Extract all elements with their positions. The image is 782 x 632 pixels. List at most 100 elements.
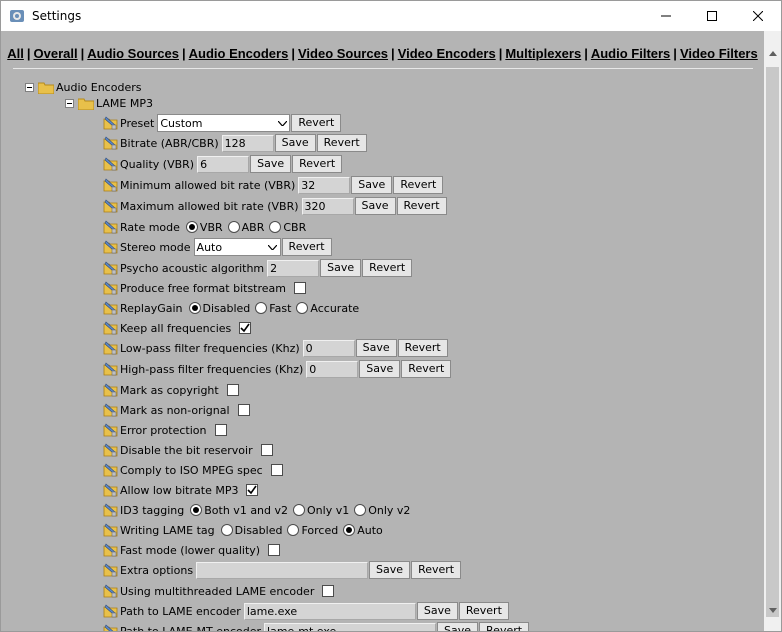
id3-radio-0[interactable] xyxy=(190,504,203,516)
tree-node-lame-mp3[interactable]: LAME MP3 xyxy=(65,95,153,111)
rate-mode-radio-2[interactable] xyxy=(269,221,282,233)
setting-icon xyxy=(103,503,118,517)
setting-row-stereo-mode: Stereo mode Auto Revert xyxy=(103,237,332,257)
path-save-button[interactable]: Save xyxy=(416,602,458,620)
setting-row-max-bitrate: Maximum allowed bit rate (VBR) 320 Save Rev… xyxy=(103,196,447,216)
quality-input[interactable]: 6 xyxy=(197,155,250,173)
nav-audio-sources[interactable]: Audio Sources xyxy=(87,46,179,61)
highpass-input[interactable]: 0 xyxy=(306,360,359,378)
free-format-checkbox[interactable] xyxy=(294,282,306,294)
setting-label: Stereo mode xyxy=(120,240,191,254)
highpass-save-button[interactable]: Save xyxy=(359,360,401,378)
chevron-down-icon xyxy=(277,120,287,126)
id3-radio-1[interactable] xyxy=(293,504,306,516)
iso-mpeg-checkbox[interactable] xyxy=(270,464,283,476)
minimize-button[interactable] xyxy=(643,1,689,31)
setting-icon xyxy=(103,220,118,234)
nav-video-filters[interactable]: Video Filters xyxy=(680,46,758,61)
setting-label: Maximum allowed bit rate (VBR) xyxy=(120,199,299,213)
replaygain-radio-1[interactable] xyxy=(255,302,268,314)
setting-icon xyxy=(103,483,118,497)
stereo-mode-revert-button[interactable]: Revert xyxy=(281,238,332,256)
nav-all[interactable]: All xyxy=(7,46,24,61)
psycho-revert-button[interactable]: Revert xyxy=(362,259,413,277)
tree-label-lame-mp3: LAME MP3 xyxy=(96,96,153,110)
non-original-checkbox[interactable] xyxy=(237,404,250,416)
rate-mode-option-label: ABR xyxy=(241,220,265,234)
max-bitrate-revert-button[interactable]: Revert xyxy=(396,197,447,215)
path-mt-revert-button[interactable]: Revert xyxy=(479,622,530,631)
highpass-revert-button[interactable]: Revert xyxy=(401,360,452,378)
bitrate-input[interactable]: 128 xyxy=(221,134,274,152)
path-revert-button[interactable]: Revert xyxy=(458,602,509,620)
nav-separator: | xyxy=(182,46,186,61)
nav-audio-filters[interactable]: Audio Filters xyxy=(591,46,670,61)
min-bitrate-input[interactable]: 32 xyxy=(298,176,351,194)
bitrate-revert-button[interactable]: Revert xyxy=(316,134,367,152)
rate-mode-option-label: CBR xyxy=(283,220,307,234)
setting-label: Path to LAME encoder xyxy=(120,604,241,618)
collapse-icon[interactable] xyxy=(65,98,74,108)
extra-save-button[interactable]: Save xyxy=(369,561,411,579)
lowpass-revert-button[interactable]: Revert xyxy=(397,339,448,357)
max-bitrate-input[interactable]: 320 xyxy=(301,197,354,215)
id3-option-label: Only v2 xyxy=(368,503,411,517)
disable-reservoir-checkbox[interactable] xyxy=(260,444,273,456)
setting-label: Using multithreaded LAME encoder xyxy=(120,584,315,598)
lame-tag-radio-1[interactable] xyxy=(287,524,300,536)
rate-mode-radio-0[interactable] xyxy=(185,221,198,233)
nav-video-encoders[interactable]: Video Encoders xyxy=(398,46,496,61)
psycho-input[interactable]: 2 xyxy=(267,259,320,277)
multithread-checkbox[interactable] xyxy=(322,585,335,597)
max-bitrate-save-button[interactable]: Save xyxy=(354,197,396,215)
extra-revert-button[interactable]: Revert xyxy=(411,561,462,579)
low-bitrate-checkbox[interactable] xyxy=(246,484,259,496)
nav-video-sources[interactable]: Video Sources xyxy=(298,46,388,61)
rate-mode-radio-1[interactable] xyxy=(227,221,240,233)
setting-label: Disable the bit reservoir xyxy=(120,443,253,457)
min-bitrate-save-button[interactable]: Save xyxy=(351,176,393,194)
setting-row-rate-mode: Rate mode VBR ABR CBR xyxy=(103,217,308,237)
setting-row-error-protection: Error protection xyxy=(103,420,227,440)
id3-option-label: Both v1 and v2 xyxy=(204,503,289,517)
quality-save-button[interactable]: Save xyxy=(250,155,292,173)
replaygain-radio-0[interactable] xyxy=(188,302,201,314)
preset-select[interactable]: Custom xyxy=(157,114,291,132)
lame-tag-radio-2[interactable] xyxy=(343,524,356,536)
preset-revert-button[interactable]: Revert xyxy=(291,114,342,132)
scroll-down-button[interactable] xyxy=(764,602,781,619)
nav-multiplexers[interactable]: Multiplexers xyxy=(505,46,581,61)
copyright-checkbox[interactable] xyxy=(226,384,239,396)
path-mt-input[interactable]: lame-mt.exe xyxy=(264,622,437,631)
stereo-mode-select[interactable]: Auto xyxy=(193,238,281,256)
close-button[interactable] xyxy=(735,1,781,31)
maximize-button[interactable] xyxy=(689,1,735,31)
setting-row-multithread: Using multithreaded LAME encoder xyxy=(103,581,335,601)
scrollbar-thumb[interactable] xyxy=(766,67,779,617)
lowpass-save-button[interactable]: Save xyxy=(355,339,397,357)
lowpass-input[interactable]: 0 xyxy=(302,339,355,357)
select-value: Auto xyxy=(196,240,223,254)
vertical-scrollbar[interactable] xyxy=(764,31,781,631)
id3-radio-2[interactable] xyxy=(354,504,367,516)
lame-tag-radio-0[interactable] xyxy=(220,524,233,536)
path-mt-save-button[interactable]: Save xyxy=(437,622,479,631)
extra-input[interactable] xyxy=(196,561,369,579)
replaygain-radio-2[interactable] xyxy=(296,302,309,314)
fast-mode-checkbox[interactable] xyxy=(268,544,281,556)
setting-label: Psycho acoustic algorithm xyxy=(120,261,265,275)
min-bitrate-revert-button[interactable]: Revert xyxy=(393,176,444,194)
nav-overall[interactable]: Overall xyxy=(34,46,78,61)
psycho-save-button[interactable]: Save xyxy=(320,259,362,277)
window-title: Settings xyxy=(32,9,82,23)
tree-node-audio-encoders[interactable]: Audio Encoders xyxy=(25,79,141,95)
scroll-up-button[interactable] xyxy=(764,45,781,62)
nav-audio-encoders[interactable]: Audio Encoders xyxy=(189,46,289,61)
path-input[interactable]: lame.exe xyxy=(243,602,416,620)
keep-freq-checkbox[interactable] xyxy=(239,322,252,334)
bitrate-save-button[interactable]: Save xyxy=(274,134,316,152)
collapse-icon[interactable] xyxy=(25,82,34,92)
error-protection-checkbox[interactable] xyxy=(214,424,227,436)
setting-icon xyxy=(103,383,118,397)
quality-revert-button[interactable]: Revert xyxy=(292,155,343,173)
